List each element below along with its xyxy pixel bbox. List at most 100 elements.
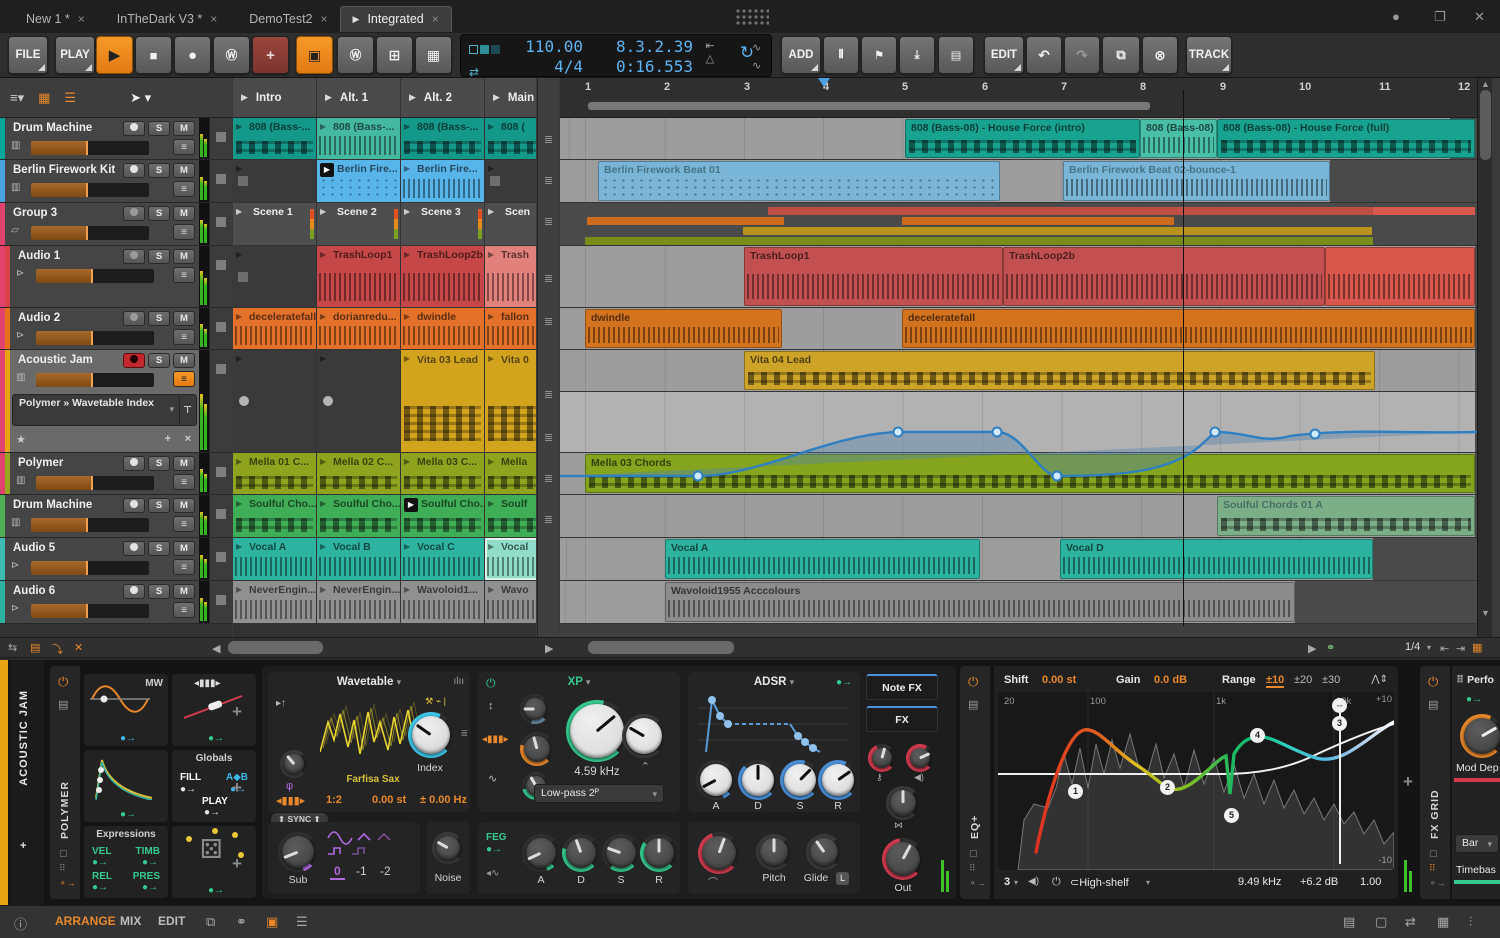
project-tab[interactable]: ▶ Integrated × <box>339 5 452 32</box>
track-name[interactable]: Drum Machine <box>13 499 92 511</box>
undo-icon[interactable]: ↶ <box>1026 36 1062 74</box>
clip-play-icon[interactable]: ▶ <box>320 499 326 508</box>
solo-button[interactable]: S <box>148 353 170 368</box>
arranger-clip[interactable] <box>768 207 1373 215</box>
track-row[interactable]: Audio 5 S M ⊳ ≡ ▾ <box>0 538 232 581</box>
clip-slot[interactable]: ▶ TrashLoop1 <box>317 246 400 307</box>
scene-header[interactable]: ▶ Alt. 1 <box>317 78 400 117</box>
clip-slot[interactable]: ▶ Vocal <box>485 538 536 580</box>
fxgrid-device-header[interactable]: ⏻ ▤ FX GRID ▢ ⠿ ⚬→ <box>1420 666 1450 899</box>
arranger-clip[interactable]: 808 (Bass-08) - House Force (intro) <box>905 119 1140 158</box>
clip-play-icon[interactable]: ▶ <box>488 354 494 363</box>
arranger-clip[interactable]: 808 (Bass-08) - House Force (full) <box>1217 119 1475 158</box>
fx-button[interactable]: FX <box>866 706 938 732</box>
dual-panel-icon[interactable]: ⧉ <box>206 914 215 930</box>
clip-play-icon[interactable]: ▶ <box>404 354 410 363</box>
vel-label[interactable]: VEL <box>92 846 111 857</box>
clip-queue-button[interactable]: ≡ <box>173 139 195 155</box>
mute-button[interactable]: M <box>173 249 195 264</box>
piano-keys-icon[interactable]: ◂▮▮▮▸ <box>276 794 305 807</box>
clip-queue-button[interactable]: ≡ <box>173 602 195 618</box>
mod-lfo-cell[interactable]: MW ●→ <box>84 674 168 746</box>
scroll-thumb[interactable] <box>1480 90 1491 160</box>
browser-icon[interactable]: ▤ <box>938 36 974 74</box>
clip-play-icon[interactable]: ▶ <box>404 542 410 551</box>
stop-clips-button[interactable] <box>209 495 232 537</box>
track-name[interactable]: Group 3 <box>13 207 57 219</box>
record-arm-button[interactable] <box>123 541 145 556</box>
keytrack-amount-knob[interactable] <box>868 744 896 772</box>
clip-slot[interactable]: ▶ Mella 03 C... <box>401 453 484 494</box>
amp-attack-knob[interactable] <box>696 760 736 800</box>
phase-icon[interactable]: φ <box>286 780 293 792</box>
clip-slot[interactable]: ▶ Vita 0 <box>485 350 536 452</box>
play-route-icon[interactable]: ●→ <box>204 807 220 818</box>
volume-fader[interactable] <box>31 604 149 618</box>
scene-header[interactable]: ▶ Intro <box>233 78 316 117</box>
piano-zoom-icon[interactable]: ▦ <box>1472 641 1482 654</box>
edit-menu-button[interactable]: EDIT <box>984 36 1024 74</box>
device-power-icon[interactable]: ⏻ <box>58 674 68 690</box>
snap-value[interactable]: 1/4 <box>1405 641 1420 653</box>
clip-play-icon[interactable]: ▶ <box>320 163 334 177</box>
scroll-right-icon[interactable]: ▶ <box>545 642 553 655</box>
filter-resonance-knob[interactable] <box>622 714 666 758</box>
mod-route-icon[interactable]: ●→ <box>120 733 136 744</box>
solo-button[interactable]: S <box>148 121 170 136</box>
osc-semitones[interactable]: 0.00 st <box>372 794 406 806</box>
clip-play-icon[interactable]: ▶ <box>236 457 242 466</box>
stop-clips-button[interactable] <box>209 203 232 245</box>
clip-slot[interactable]: ▶ Trash <box>485 246 536 307</box>
mod-globals-cell[interactable]: Globals FILL ●→ A◆B ●→ PLAY ●→ <box>172 750 256 822</box>
tab-close-icon[interactable]: × <box>78 12 85 26</box>
unison-knob[interactable] <box>280 750 308 778</box>
list-edit-icon[interactable]: ▤ <box>30 641 40 654</box>
track-name[interactable]: Audio 1 <box>18 250 60 262</box>
piano-icon[interactable]: ⫴ <box>823 36 859 74</box>
maximize-button[interactable]: ❐ <box>1434 9 1446 25</box>
link-zoom-icon[interactable]: ⚭ <box>1326 641 1335 654</box>
clip-play-icon[interactable]: ▶ <box>320 542 326 551</box>
play-button[interactable]: ▶ <box>96 36 133 74</box>
stop-clips-button[interactable] <box>209 118 232 159</box>
clip-slot[interactable]: ▶ Berlin Fire... <box>317 160 400 202</box>
mod-keytrack-cell[interactable]: ◂▮▮▮▸ ●→ <box>172 674 256 746</box>
stop-clips-button[interactable] <box>209 538 232 580</box>
track-row[interactable]: Group 3 S M ▱ ≡ ▾ <box>0 203 232 246</box>
clip-slot[interactable]: ▶ Scene 3 <box>401 203 484 245</box>
record-arm-button[interactable] <box>123 163 145 178</box>
device-panel-toggle-icon[interactable]: ▣ <box>266 914 278 930</box>
clip-slot[interactable]: ▶ 808 (Bass-... <box>233 118 316 159</box>
clip-queue-button[interactable]: ≡ <box>173 329 195 345</box>
osc-ratio[interactable]: 1:2 <box>326 794 342 806</box>
track-name[interactable]: Audio 2 <box>18 312 60 324</box>
band-q[interactable]: 1.00 <box>1360 876 1381 888</box>
track-name[interactable]: Audio 5 <box>13 542 55 554</box>
timebase-select[interactable]: Bar ▾ <box>1455 834 1499 853</box>
crossfade-arrows-icon[interactable]: ⇄ <box>469 65 511 79</box>
play-label[interactable]: PLAY <box>202 796 228 807</box>
volume-fader[interactable] <box>36 331 154 345</box>
notes-panel-icon[interactable]: ▢ <box>1375 914 1387 930</box>
play-menu-button[interactable]: PLAY <box>55 36 95 74</box>
sub-wave-icons[interactable] <box>326 830 410 860</box>
track-row[interactable]: Acoustic Jam S M ▥ ≡ Polymer » Wavetable… <box>0 350 232 453</box>
clip-automation-write-icon[interactable]: Ⓦ <box>337 36 374 74</box>
solo-button[interactable]: S <box>148 163 170 178</box>
mapping-icon[interactable]: ⚬→ <box>1429 878 1446 889</box>
glide-knob[interactable] <box>806 834 842 870</box>
link-icon[interactable]: ⚭ <box>236 914 247 930</box>
record-arm-button[interactable] <box>123 584 145 599</box>
track-name[interactable]: Drum Machine <box>13 122 92 134</box>
clip-slot[interactable]: ▶ NeverEngin... <box>233 581 316 623</box>
clip-play-icon[interactable]: ▶ <box>320 354 326 363</box>
clip-slot[interactable]: ▶ Vocal B <box>317 538 400 580</box>
volume-fader[interactable] <box>31 226 149 240</box>
clip-play-icon[interactable]: ▶ <box>488 207 494 216</box>
modulators-icon[interactable]: ⠿ <box>1429 863 1436 874</box>
mute-button[interactable]: M <box>173 311 195 326</box>
mute-button[interactable]: M <box>173 541 195 556</box>
arranger-clip[interactable]: dwindle <box>585 309 782 348</box>
track-scene-menu-icon[interactable]: ≣ <box>538 513 559 526</box>
clip-slot[interactable]: ▶ Vocal A <box>233 538 316 580</box>
